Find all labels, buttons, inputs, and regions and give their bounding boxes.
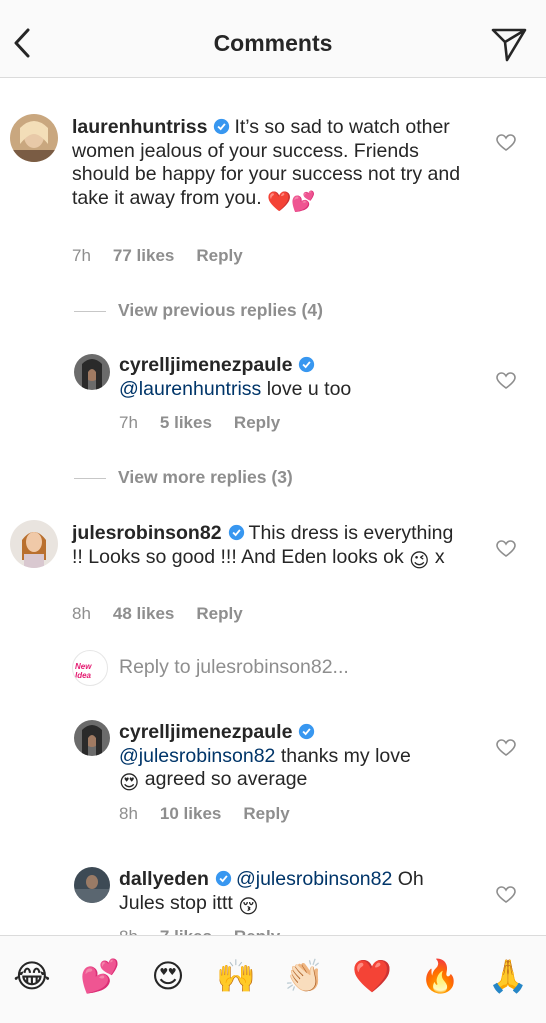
username[interactable]: cyrelljimenezpaule xyxy=(119,354,292,376)
like-heart-icon[interactable] xyxy=(496,739,516,757)
raised-hands-emoji-button[interactable]: 🙌 xyxy=(216,956,256,996)
comment-text: laurenhuntriss It’s so sad to watch other… xyxy=(72,116,467,214)
heart-emoji: ❤️💕 xyxy=(267,190,316,213)
avatar[interactable] xyxy=(74,720,110,756)
verified-badge-icon xyxy=(299,356,315,373)
direct-send-icon[interactable] xyxy=(490,25,528,63)
avatar[interactable] xyxy=(10,520,58,568)
heart-eyes-emoji: 😍 xyxy=(119,772,140,794)
verified-badge-icon xyxy=(299,723,315,740)
mention-link[interactable]: @julesrobinson82 xyxy=(119,745,275,767)
page-title: Comments xyxy=(213,30,333,56)
timestamp: 7h xyxy=(72,246,91,265)
timestamp: 8h xyxy=(119,804,138,823)
comment-tail: x xyxy=(434,545,445,568)
timestamp: 8h xyxy=(72,604,91,623)
view-more-label: View more replies (3) xyxy=(118,467,293,487)
reply-button[interactable]: Reply xyxy=(243,804,289,823)
likes-count[interactable]: 48 likes xyxy=(113,604,174,623)
view-previous-label: View previous replies (4) xyxy=(118,300,323,320)
mention-link[interactable]: @julesrobinson82 xyxy=(236,868,392,890)
view-more-replies-button[interactable]: View more replies (3) xyxy=(74,467,293,488)
mention-link[interactable]: @laurenhuntriss xyxy=(119,378,261,400)
like-heart-icon[interactable] xyxy=(496,540,516,558)
two-hearts-emoji-button[interactable]: 💕 xyxy=(80,956,120,996)
reply-button[interactable]: Reply xyxy=(196,604,242,623)
likes-count[interactable]: 77 likes xyxy=(113,246,174,265)
username[interactable]: laurenhuntriss xyxy=(72,116,207,138)
red-heart-emoji-button[interactable]: ❤️ xyxy=(352,956,392,996)
likes-count[interactable]: 7 likes xyxy=(160,927,212,935)
username[interactable]: cyrelljimenezpaule xyxy=(119,721,292,743)
username[interactable]: julesrobinson82 xyxy=(72,522,222,544)
kissing-emoji: 😚 xyxy=(238,895,259,918)
comment-text: cyrelljimenezpaule @julesrobinson82 thank… xyxy=(119,721,459,796)
comment-meta: 7h 77 likes Reply xyxy=(72,246,265,266)
fire-emoji-button[interactable]: 🔥 xyxy=(420,956,460,996)
username[interactable]: dallyeden xyxy=(119,868,209,890)
timestamp: 8h xyxy=(119,927,138,935)
comment-text: cyrelljimenezpaule @laurenhuntriss love u… xyxy=(119,354,459,401)
verified-badge-icon xyxy=(215,870,232,887)
view-previous-replies-button[interactable]: View previous replies (4) xyxy=(74,300,323,321)
likes-count[interactable]: 5 likes xyxy=(160,413,212,432)
reply-button[interactable]: Reply xyxy=(234,927,280,935)
comment-meta: 7h 5 likes Reply xyxy=(119,413,302,433)
joy-emoji-button[interactable]: 😂 xyxy=(12,956,52,996)
comment-text: dallyeden @julesrobinson82 Oh Jules stop … xyxy=(119,868,459,919)
comments-list: laurenhuntriss It’s so sad to watch other… xyxy=(0,78,546,935)
reply-button[interactable]: Reply xyxy=(234,413,280,432)
likes-count[interactable]: 10 likes xyxy=(160,804,221,823)
reply-button[interactable]: Reply xyxy=(196,246,242,265)
avatar-logo-text: New Idea xyxy=(75,662,92,680)
comment-tail: agreed so average xyxy=(144,768,308,790)
comment-body: thanks my love xyxy=(280,744,411,767)
avatar[interactable] xyxy=(74,867,110,903)
heart-eyes-emoji-button[interactable]: 😍 xyxy=(148,956,188,996)
comment-body: love u too xyxy=(266,377,352,400)
timestamp: 7h xyxy=(119,413,138,432)
avatar[interactable] xyxy=(74,354,110,390)
emoji-quick-bar: 😂 💕 😍 🙌 👏🏻 ❤️ 🔥 🙏 xyxy=(0,935,546,1023)
comment-text: julesrobinson82 This dress is everything … xyxy=(72,522,467,573)
comment-meta: 8h 48 likes Reply xyxy=(72,604,265,624)
pray-emoji-button[interactable]: 🙏 xyxy=(488,956,528,996)
clapping-emoji-button[interactable]: 👏🏻 xyxy=(284,956,324,996)
avatar[interactable] xyxy=(10,114,58,162)
wink-emoji: 😉 xyxy=(409,549,430,572)
current-user-avatar: New Idea xyxy=(72,650,108,686)
like-heart-icon[interactable] xyxy=(496,886,516,904)
verified-badge-icon xyxy=(214,118,230,135)
like-heart-icon[interactable] xyxy=(496,372,516,390)
reply-input-placeholder[interactable]: Reply to julesrobinson82... xyxy=(119,656,349,679)
comment-meta: 8h 7 likes Reply xyxy=(119,927,302,935)
header: Comments xyxy=(0,0,546,78)
like-heart-icon[interactable] xyxy=(496,134,516,152)
verified-badge-icon xyxy=(228,524,244,541)
comment-meta: 8h 10 likes Reply xyxy=(119,804,312,824)
